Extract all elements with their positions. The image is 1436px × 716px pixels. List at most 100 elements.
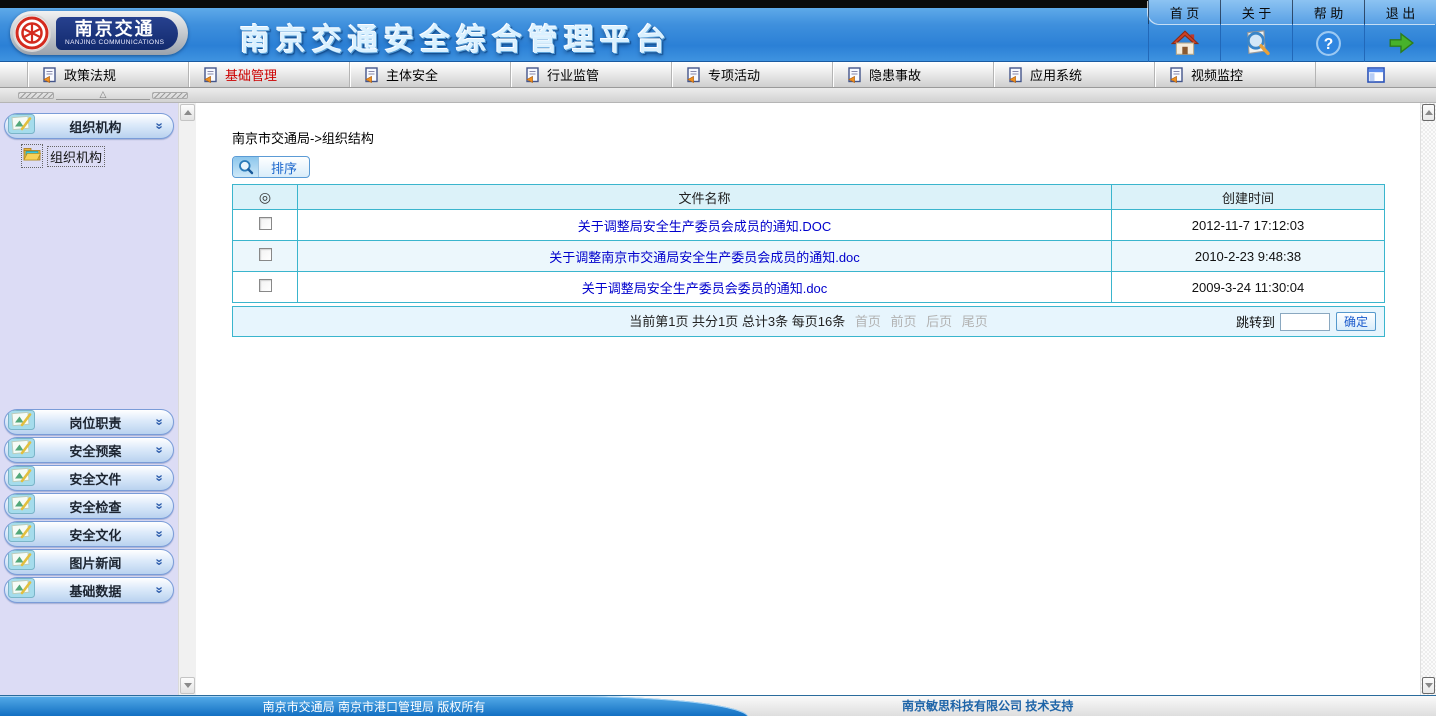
menu-exit[interactable]: 退 出 <box>1364 0 1436 24</box>
nav-tab-policy[interactable]: 政策法规 <box>28 62 189 87</box>
sidebar-section-safety-inspection[interactable]: 安全检查 » <box>4 493 174 519</box>
sidebar-section-basic-data[interactable]: 基础数据 » <box>4 577 174 603</box>
document-icon <box>203 67 218 83</box>
triangle-down-icon <box>1425 683 1433 688</box>
nav-tab-industry-supervision[interactable]: 行业监管 <box>511 62 672 87</box>
exit-icon[interactable] <box>1364 24 1436 62</box>
sidebar-section-organization[interactable]: 组织机构 » <box>4 113 174 139</box>
chevron-down-icon: » <box>154 122 164 129</box>
nav-tab-special-activities[interactable]: 专项活动 <box>672 62 833 87</box>
sidebar-section-safety-plans[interactable]: 安全预案 » <box>4 437 174 463</box>
nav-spacer <box>0 62 28 87</box>
row-checkbox[interactable] <box>259 279 272 292</box>
nav-tab-video-monitoring[interactable]: 视频监控 <box>1155 62 1316 87</box>
document-icon <box>364 67 379 83</box>
sort-button[interactable]: 排序 <box>232 156 310 178</box>
sidebar-item-organization[interactable]: 组织机构 <box>22 145 178 167</box>
jump-label: 跳转到 <box>1236 312 1275 331</box>
sidebar-section-job-duties[interactable]: 岗位职责 » <box>4 409 174 435</box>
nav-tab-subject-safety[interactable]: 主体安全 <box>350 62 511 87</box>
table-row: 关于调整局安全生产委员会成员的通知.DOC 2012-11-7 17:12:03 <box>233 210 1385 241</box>
created-time: 2010-2-23 9:48:38 <box>1195 249 1301 264</box>
menu-home[interactable]: 首 页 <box>1148 0 1220 24</box>
select-all-header[interactable]: ◎ <box>233 185 298 210</box>
collapse-arrow-icon: △ <box>100 90 107 99</box>
jump-controls: 跳转到 确定 <box>1236 307 1376 336</box>
first-page-link[interactable]: 首页 <box>855 314 881 329</box>
last-page-link[interactable]: 尾页 <box>962 314 988 329</box>
jump-page-input[interactable] <box>1280 313 1330 331</box>
sidebar-collapse-handle[interactable]: △ <box>18 90 188 101</box>
scroll-down-button[interactable] <box>1422 677 1435 694</box>
scroll-up-button[interactable] <box>1422 104 1435 121</box>
row-checkbox[interactable] <box>259 248 272 261</box>
nav-tab-label: 基础管理 <box>225 65 277 84</box>
scroll-down-button[interactable] <box>180 677 195 694</box>
document-icon <box>1169 67 1184 83</box>
created-cell: 2012-11-7 17:12:03 <box>1112 210 1385 241</box>
main-scrollbar[interactable] <box>1420 103 1436 695</box>
home-icon[interactable] <box>1148 24 1220 62</box>
footer-copyright-band: 南京市交通局 南京市港口管理局 版权所有 <box>0 696 748 716</box>
sidebar-section-safety-culture[interactable]: 安全文化 » <box>4 521 174 547</box>
sidebar-section-safety-documents[interactable]: 安全文件 » <box>4 465 174 491</box>
chevron-down-icon: » <box>154 558 164 565</box>
prev-page-link[interactable]: 前页 <box>890 314 916 329</box>
footer: 南京市交通局 南京市港口管理局 版权所有 南京敏思科技有限公司 技术支持 <box>0 695 1436 716</box>
sidebar-section-label: 组织机构 <box>35 117 156 136</box>
nav-tab-hazards-accidents[interactable]: 隐患事故 <box>833 62 994 87</box>
document-icon <box>525 67 540 83</box>
file-link[interactable]: 关于调整局安全生产委员会成员的通知.DOC <box>578 219 832 234</box>
sidebar-section-photo-news[interactable]: 图片新闻 » <box>4 549 174 575</box>
scroll-up-button[interactable] <box>180 104 195 121</box>
filename-cell: 关于调整南京市交通局安全生产委员会成员的通知.doc <box>298 241 1112 272</box>
sidebar-scrollbar[interactable] <box>178 103 196 695</box>
files-table: ◎ 文件名称 创建时间 关于调整局安全生产委员会成员的通知.DOC 2012-1… <box>232 184 1385 303</box>
help-icon[interactable]: ? <box>1292 24 1364 62</box>
created-time: 2009-3-24 11:30:04 <box>1192 280 1305 295</box>
checkbox-cell <box>233 272 298 303</box>
main-content: 南京市交通局->组织结构 排序 ◎ 文件名称 创建时间 关于调整局安全生产委员会… <box>196 103 1420 695</box>
nav-tab-label: 政策法规 <box>64 65 116 84</box>
menu-help[interactable]: 帮 助 <box>1292 0 1364 24</box>
chevron-down-icon: » <box>154 446 164 453</box>
row-checkbox[interactable] <box>259 217 272 230</box>
table-row: 关于调整南京市交通局安全生产委员会成员的通知.doc 2010-2-23 9:4… <box>233 241 1385 272</box>
confirm-button[interactable]: 确定 <box>1336 312 1376 331</box>
nav-window-icon[interactable] <box>1316 62 1436 87</box>
sidebar: 组织机构 » 组织机构 岗位职责 » 安全预案 <box>0 103 178 695</box>
pagination-bar: 当前第1页 共分1页 总计3条 每页16条 首页 前页 后页 尾页 跳转到 确定 <box>232 306 1385 337</box>
column-header-filename: 文件名称 <box>298 185 1112 210</box>
filename-cell: 关于调整局安全生产委员会成员的通知.DOC <box>298 210 1112 241</box>
folder-open-icon <box>22 145 42 167</box>
hatch-left <box>18 92 54 99</box>
nav-tab-label: 主体安全 <box>386 65 438 84</box>
sort-button-label: 排序 <box>259 158 309 177</box>
main-nav: 政策法规 基础管理 主体安全 行业监管 专项活动 隐患事故 应用系统 视频监控 <box>0 62 1436 88</box>
sidebar-section-label: 基础数据 <box>35 581 156 600</box>
photo-pencil-icon <box>8 578 35 603</box>
header-top-strip <box>0 0 1150 8</box>
pagination-info: 当前第1页 共分1页 总计3条 每页16条 首页 前页 后页 尾页 <box>233 307 1384 336</box>
triangle-up-icon <box>184 110 192 115</box>
photo-pencil-icon <box>8 466 35 491</box>
document-icon <box>1008 67 1023 83</box>
footer-support: 南京敏思科技有限公司 技术支持 <box>902 696 1073 716</box>
sidebar-bottom-group: 岗位职责 » 安全预案 » 安全文件 » 安全检查 » <box>0 407 178 604</box>
photo-pencil-icon <box>8 494 35 519</box>
about-icon[interactable] <box>1220 24 1292 62</box>
menu-about[interactable]: 关 于 <box>1220 0 1292 24</box>
chevron-down-icon: » <box>154 502 164 509</box>
file-link[interactable]: 关于调整局安全生产委员会委员的通知.doc <box>582 281 828 296</box>
document-icon <box>42 67 57 83</box>
nav-tab-application-systems[interactable]: 应用系统 <box>994 62 1155 87</box>
top-menu-icons: ? <box>1148 24 1436 62</box>
next-page-link[interactable]: 后页 <box>926 314 952 329</box>
nav-tab-label: 隐患事故 <box>869 65 921 84</box>
photo-pencil-icon <box>8 550 35 575</box>
app-window: 南京交通 NANJING COMMUNICATIONS 南京交通安全综合管理平台… <box>0 0 1436 716</box>
logo-name-cn: 南京交通 <box>65 20 164 39</box>
nav-tab-basic-management[interactable]: 基础管理 <box>189 62 350 87</box>
sidebar-top-group: 组织机构 » 组织机构 <box>0 103 178 167</box>
file-link[interactable]: 关于调整南京市交通局安全生产委员会成员的通知.doc <box>549 250 860 265</box>
